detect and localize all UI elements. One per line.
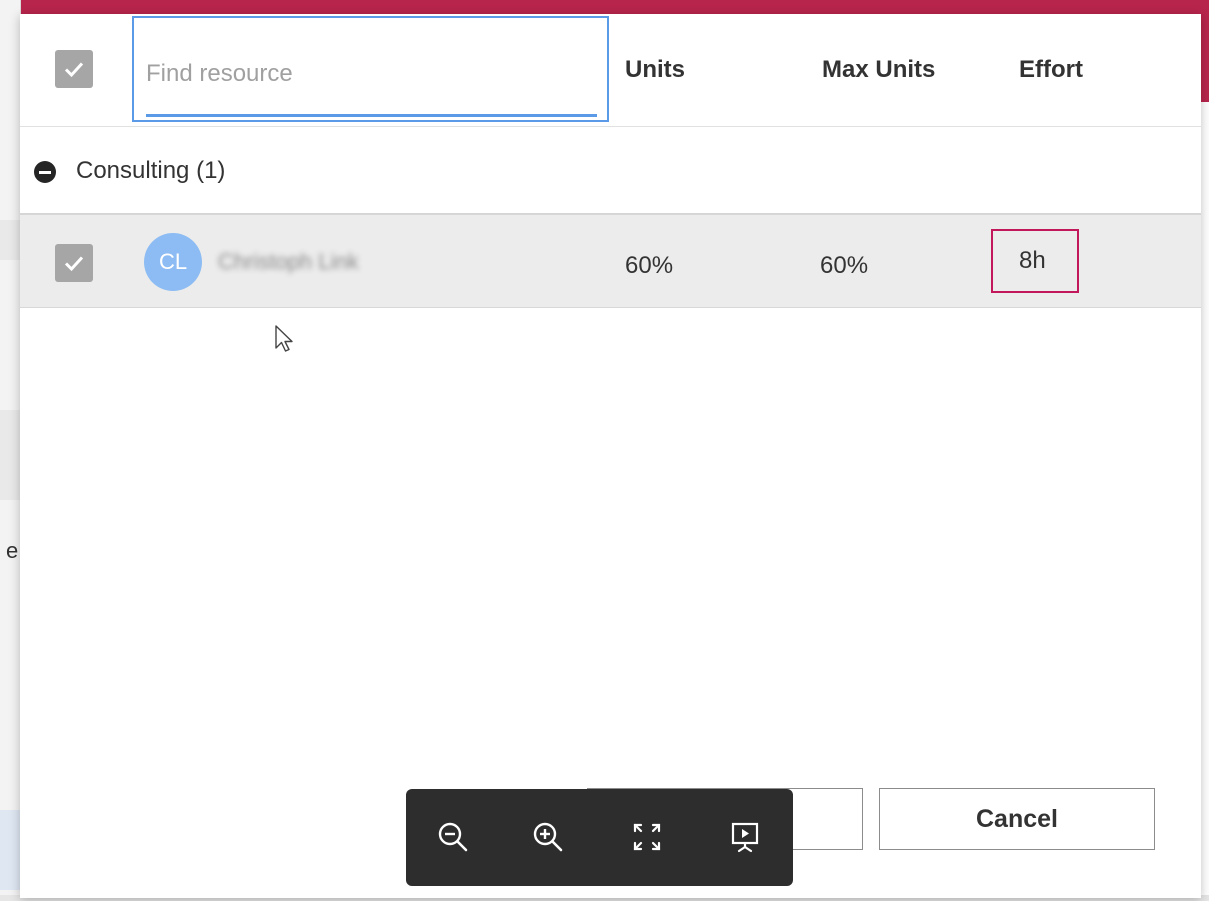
presentation-icon [731,822,759,853]
zoom-out-button[interactable] [434,818,472,856]
background-fragment [0,220,20,260]
viewer-toolbar [406,789,793,886]
zoom-out-icon [438,822,468,852]
resource-name: Christoph Link [218,249,359,274]
background-fragment [0,810,20,890]
resource-checkbox[interactable] [55,244,93,282]
resource-effort[interactable]: 8h [991,229,1079,293]
assign-resources-dialog: Units Max Units Effort Consulting (1) CL… [20,14,1201,898]
resource-max-units: 60% [820,252,869,279]
resource-row[interactable]: CL Christoph Link 60% 60% 8h [20,215,1201,308]
zoom-in-icon [533,822,563,852]
fullscreen-icon [633,823,661,851]
collapse-icon[interactable] [34,161,56,183]
avatar: CL [144,233,202,291]
search-input[interactable] [144,54,588,94]
checkmark-icon [64,62,84,78]
zoom-in-button[interactable] [529,818,567,856]
group-row-consulting[interactable]: Consulting (1) [20,127,1201,215]
column-header-effort[interactable]: Effort [1019,56,1083,84]
mouse-cursor-icon [275,325,293,352]
column-header-max-units[interactable]: Max Units [822,56,935,84]
search-underline [146,114,597,117]
background-partial-text: e [6,538,19,563]
resource-units[interactable]: 60% [625,252,673,280]
column-header-units[interactable]: Units [625,56,685,84]
search-field[interactable] [132,16,609,122]
presentation-button[interactable] [726,818,764,856]
fullscreen-button[interactable] [628,818,666,856]
select-all-checkbox[interactable] [55,50,93,88]
dialog-header: Units Max Units Effort [20,14,1201,127]
background-app-sidebar [0,0,21,901]
cancel-button[interactable]: Cancel [879,788,1155,850]
background-fragment [0,410,20,500]
checkmark-icon [64,256,84,272]
group-label: Consulting (1) [76,157,226,184]
